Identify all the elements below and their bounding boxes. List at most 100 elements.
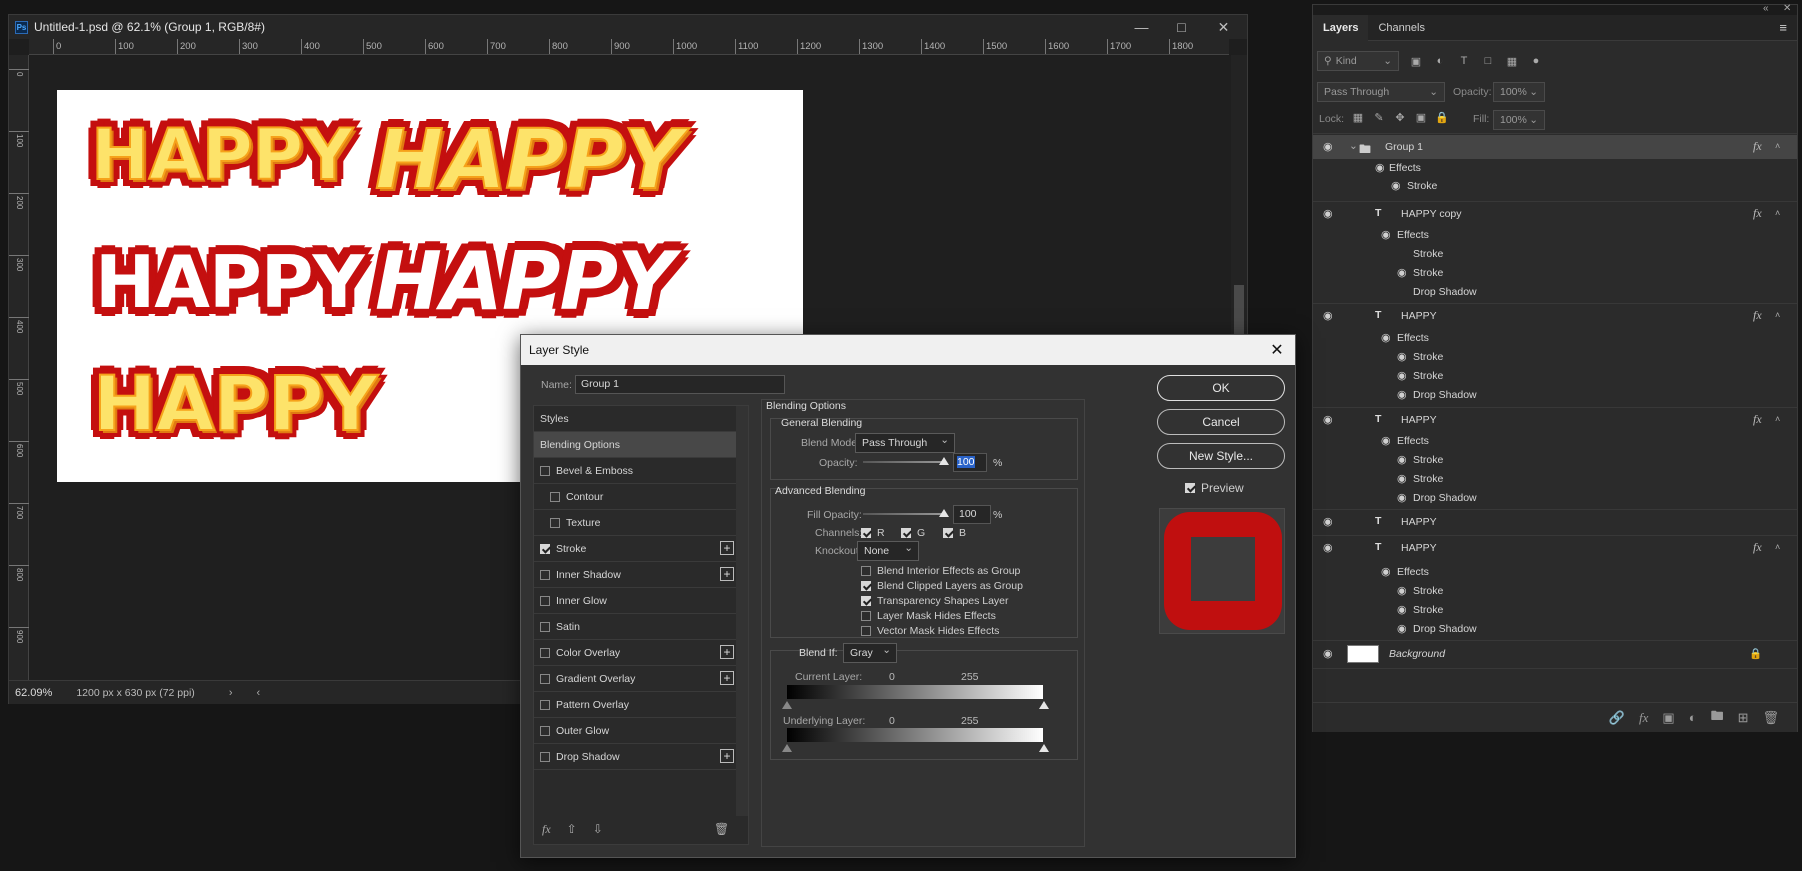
underlying-layer-gradient[interactable] (787, 728, 1043, 742)
new-style-button[interactable]: New Style... (1157, 443, 1285, 469)
checkbox[interactable] (861, 528, 871, 538)
layer-row-happy-2[interactable]: ◉ T HAPPY fx ˄ (1313, 409, 1797, 431)
checkbox[interactable] (540, 699, 550, 710)
link-layers-icon[interactable]: 🔗 (1609, 710, 1625, 726)
pattern-overlay-item[interactable]: Pattern Overlay (534, 692, 746, 718)
checkbox[interactable] (943, 528, 953, 538)
maximize-icon[interactable]: □ (1159, 15, 1204, 39)
underlying-black-thumb[interactable] (782, 744, 792, 752)
add-icon[interactable]: + (720, 671, 734, 685)
close-panel-icon[interactable]: ✕ (1783, 3, 1791, 14)
eye-icon[interactable]: ◉ (1397, 352, 1411, 363)
add-icon[interactable]: + (720, 567, 734, 581)
minimize-icon[interactable]: — (1119, 15, 1164, 39)
checkbox[interactable] (540, 595, 550, 606)
channel-b[interactable]: B (943, 527, 966, 539)
layer-row-happy-3[interactable]: ◉ T HAPPY (1313, 511, 1797, 533)
lock-all-icon[interactable]: 🔒 (1435, 110, 1449, 124)
checkbox[interactable] (540, 673, 550, 684)
effects-row[interactable]: ◉ Effects (1313, 563, 1797, 581)
eye-icon[interactable]: ◉ (1381, 436, 1395, 447)
fx-icon[interactable]: fx (1753, 540, 1762, 555)
ok-button[interactable]: OK (1157, 375, 1285, 401)
option-vector-mask-hides[interactable]: Vector Mask Hides Effects (861, 625, 999, 637)
effect-stroke-row[interactable]: ◉ Stroke (1313, 582, 1797, 600)
fx-icon[interactable]: fx (1753, 139, 1762, 154)
fx-icon[interactable]: fx (1753, 206, 1762, 221)
styles-scrollbar[interactable] (736, 406, 748, 816)
inner-glow-item[interactable]: Inner Glow (534, 588, 746, 614)
option-layer-mask-hides[interactable]: Layer Mask Hides Effects (861, 610, 996, 622)
tab-layers[interactable]: Layers (1313, 15, 1369, 41)
smart-object-filter-icon[interactable]: ▦ (1505, 54, 1519, 68)
chevron-down-icon[interactable]: ⌄ (1349, 140, 1358, 152)
new-group-icon[interactable]: 🖿 (1711, 707, 1724, 729)
eye-icon[interactable]: ◉ (1381, 567, 1395, 578)
layer-row-group-1[interactable]: ◉ ⌄ 🖿 Group 1 fx ˄ (1313, 135, 1797, 159)
knockout-select[interactable]: None (857, 539, 919, 561)
adjustment-filter-icon[interactable]: ◐ (1433, 54, 1447, 68)
chevron-right-icon[interactable]: › (229, 687, 233, 699)
lock-position-icon[interactable]: ✥ (1393, 110, 1407, 124)
trash-icon[interactable]: 🗑 (714, 822, 729, 836)
eye-icon[interactable]: ◉ (1397, 474, 1411, 485)
effect-stroke-row[interactable]: ◉ Stroke (1313, 367, 1797, 385)
option-blend-interior[interactable]: Blend Interior Effects as Group (861, 565, 1020, 577)
lock-artboard-icon[interactable]: ▣ (1414, 110, 1428, 124)
eye-icon[interactable]: ◉ (1323, 649, 1337, 660)
channel-r[interactable]: R (861, 527, 885, 539)
add-icon[interactable]: + (720, 541, 734, 555)
current-white-thumb[interactable] (1039, 701, 1049, 709)
inner-shadow-item[interactable]: Inner Shadow + (534, 562, 746, 588)
checkbox[interactable] (1185, 483, 1195, 493)
eye-icon[interactable]: ◉ (1375, 163, 1389, 174)
layer-row-background[interactable]: ◉ Background 🔒 (1313, 642, 1797, 666)
add-icon[interactable]: + (720, 645, 734, 659)
eye-icon[interactable]: ◉ (1323, 209, 1337, 220)
satin-item[interactable]: Satin (534, 614, 746, 640)
effect-stroke-row[interactable]: ◉ Stroke (1313, 348, 1797, 366)
eye-icon[interactable]: ◉ (1397, 390, 1411, 401)
layer-row-happy-4[interactable]: ◉ T HAPPY fx ˄ (1313, 537, 1797, 559)
eye-icon[interactable]: ◉ (1391, 181, 1405, 192)
checkbox[interactable] (861, 581, 871, 591)
styles-header[interactable]: Styles (534, 406, 746, 432)
cancel-button[interactable]: Cancel (1157, 409, 1285, 435)
kind-filter[interactable]: ⚲ Kind ⌄ (1317, 51, 1399, 71)
chevron-up-icon[interactable]: ˄ (1775, 542, 1780, 552)
blend-mode-select[interactable]: Pass Through ⌄ (1317, 82, 1445, 102)
close-icon[interactable]: ✕ (1259, 335, 1295, 365)
fx-icon[interactable]: fx (542, 822, 551, 837)
opacity-field[interactable]: 100% ⌄ (1493, 82, 1545, 102)
checkbox[interactable] (901, 528, 911, 538)
effect-stroke-row[interactable]: ◉ Stroke (1313, 451, 1797, 469)
checkbox[interactable] (861, 611, 871, 621)
contour-item[interactable]: Contour (534, 484, 746, 510)
eye-icon[interactable]: ◉ (1323, 415, 1337, 426)
channel-g[interactable]: G (901, 527, 925, 539)
checkbox[interactable] (861, 626, 871, 636)
layer-row-happy-1[interactable]: ◉ T HAPPY fx ˄ (1313, 305, 1797, 327)
eye-icon[interactable]: ◉ (1397, 493, 1411, 504)
checkbox[interactable] (861, 566, 871, 576)
effect-drop-shadow-row[interactable]: ◉ Drop Shadow (1313, 386, 1797, 404)
blend-if-select[interactable]: Gray (843, 641, 897, 663)
gradient-overlay-item[interactable]: Gradient Overlay + (534, 666, 746, 692)
document-title-bar[interactable]: Ps Untitled-1.psd @ 62.1% (Group 1, RGB/… (9, 15, 1247, 39)
checkbox[interactable] (540, 725, 550, 736)
fx-icon[interactable]: fx (1639, 710, 1648, 726)
chevron-up-icon[interactable]: ˄ (1775, 141, 1780, 151)
checkbox[interactable] (861, 596, 871, 606)
effects-row[interactable]: ◉ Effects (1313, 159, 1797, 177)
effects-row[interactable]: ◉ Effects (1313, 329, 1797, 347)
layer-row-happy-copy[interactable]: ◉ T HAPPY copy fx ˄ (1313, 203, 1797, 225)
new-layer-icon[interactable]: ⊞ (1738, 710, 1749, 726)
eye-icon[interactable]: ◉ (1323, 142, 1337, 153)
lock-pixels-icon[interactable]: ▦ (1351, 110, 1365, 124)
collapse-panel-icon[interactable]: « (1763, 3, 1769, 14)
checkbox[interactable] (540, 751, 550, 762)
option-transparency-shapes[interactable]: Transparency Shapes Layer (861, 595, 1009, 607)
texture-item[interactable]: Texture (534, 510, 746, 536)
dialog-title-bar[interactable]: Layer Style (521, 335, 1295, 365)
opacity-input[interactable]: 100 (953, 453, 987, 472)
